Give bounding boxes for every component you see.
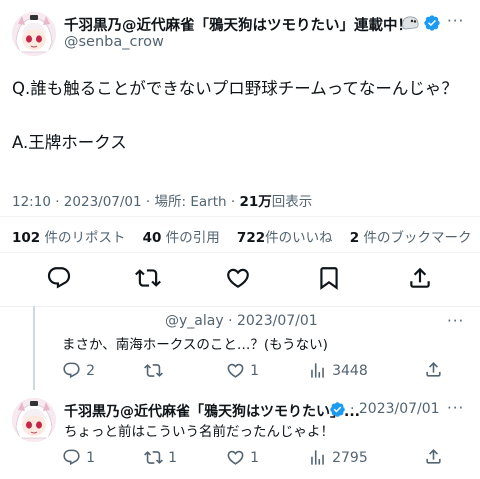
views-icon <box>311 450 324 465</box>
reply2-like-button[interactable]: 1 <box>226 447 259 467</box>
bookmarks-label: 件のブックマーク <box>363 230 472 246</box>
heart-icon <box>227 268 249 288</box>
likes-stat[interactable]: 722件のいいね <box>237 230 333 246</box>
reply1-share-button[interactable] <box>424 360 443 383</box>
meta-separator: · <box>230 194 236 210</box>
tweet-text-line2: A.王牌ホークス <box>12 133 127 152</box>
reply2-reply-count: 1 <box>86 450 96 466</box>
retweets-stat[interactable]: 102 件のリポスト <box>12 230 125 246</box>
divider <box>0 216 480 217</box>
reply1-more-button[interactable]: ··· <box>447 312 464 330</box>
retweet-icon <box>144 364 163 377</box>
author-name[interactable]: 千羽黒乃@近代麻雀「鴉天狗はツモりたい」連載中！ <box>64 14 412 35</box>
reply2-author-name[interactable]: 千羽黒乃@近代麻雀「鴉天狗はツモりたい」... <box>64 401 360 421</box>
like-button[interactable] <box>225 265 251 291</box>
bookmark-button[interactable] <box>316 265 342 291</box>
verified-badge-icon <box>329 401 346 422</box>
reply2-more-button[interactable]: ··· <box>447 399 464 417</box>
bookmarks-stat[interactable]: 2 件のブックマーク <box>350 230 472 246</box>
author-avatar[interactable] <box>12 12 56 56</box>
share-icon <box>410 267 430 288</box>
divider <box>0 306 480 307</box>
reply2-retweet-button[interactable]: 1 <box>144 447 177 467</box>
verified-badge-icon <box>423 14 441 36</box>
share-icon <box>426 362 441 377</box>
reply2-like-count: 1 <box>250 450 260 466</box>
divider <box>0 252 480 253</box>
reply-icon <box>63 362 80 379</box>
likes-count: 722 <box>236 230 266 246</box>
tweet-location: 場所: Earth <box>154 194 227 210</box>
tweet-time[interactable]: 12:10 <box>12 194 51 210</box>
meta-separator: · <box>55 194 60 210</box>
retweet-icon <box>144 451 163 464</box>
bookmark-icon <box>320 267 338 290</box>
reply1-reply-button[interactable]: 2 <box>62 360 95 380</box>
tweet-date[interactable]: 2023/07/01 <box>64 194 142 210</box>
retweets-count: 102 <box>12 230 41 246</box>
reply2-avatar[interactable] <box>12 398 56 442</box>
reply1-views-button[interactable]: 3448 <box>308 360 368 380</box>
reply2-date[interactable]: · 2023/07/01 <box>350 401 440 417</box>
quotes-label: 件の引用 <box>165 230 220 246</box>
tweet-meta: 12:10 · 2023/07/01 · 場所: Earth · 21万回表示 <box>12 190 312 210</box>
author-handle[interactable]: @senba_crow <box>64 34 164 50</box>
likes-label: 件のいいね <box>265 230 333 246</box>
reply1-view-count: 3448 <box>332 363 368 379</box>
reply2-share-button[interactable] <box>424 447 443 470</box>
tweet-views-label: 回表示 <box>271 194 313 210</box>
reply1-header[interactable]: @y_alay · 2023/07/01 <box>165 313 318 329</box>
retweets-label: 件のリポスト <box>44 230 126 246</box>
reply1-actions: 2 1 3448 <box>0 360 480 382</box>
quotes-count: 40 <box>142 230 162 246</box>
retweet-icon <box>135 269 161 287</box>
share-button[interactable] <box>407 265 433 291</box>
tweet-views-value: 21万 <box>239 194 272 210</box>
retweet-button[interactable] <box>135 265 161 291</box>
share-icon <box>426 449 441 464</box>
reply2-actions: 1 1 1 2795 <box>0 447 480 469</box>
reply2-reply-button[interactable]: 1 <box>62 447 95 467</box>
reply1-retweet-button[interactable] <box>144 360 163 380</box>
reply2-view-count: 2795 <box>332 450 368 466</box>
more-options-button[interactable]: ··· <box>447 12 464 30</box>
quotes-stat[interactable]: 40 件の引用 <box>143 230 220 246</box>
reply1-reply-count: 2 <box>86 363 96 379</box>
heart-icon <box>227 363 244 378</box>
reply-icon <box>47 267 71 289</box>
ghost-emoji-icon <box>400 13 420 37</box>
reply2-retweet-count: 1 <box>168 450 178 466</box>
views-icon <box>311 363 324 378</box>
bookmarks-count: 2 <box>349 230 360 246</box>
meta-separator: · <box>145 194 151 210</box>
reply-icon <box>63 449 80 466</box>
tweet-text-line1: Q.誰も触ることができないプロ野球チームってなーんじゃ？ <box>12 79 458 98</box>
heart-icon <box>227 450 244 465</box>
reply1-text: まさか、南海ホークスのこと…？(もうない) <box>62 337 328 353</box>
reply2-text: ちょっと前はこういう名前だったんじゃよ！ <box>64 424 334 440</box>
reply2-views-button[interactable]: 2795 <box>308 447 368 467</box>
reply-button[interactable] <box>46 265 72 291</box>
reply1-like-count: 1 <box>250 363 260 379</box>
reply1-like-button[interactable]: 1 <box>226 360 259 380</box>
engagement-stats: 102 件のリポスト 40 件の引用 722件のいいね 2 件のブックマーク <box>12 226 471 246</box>
